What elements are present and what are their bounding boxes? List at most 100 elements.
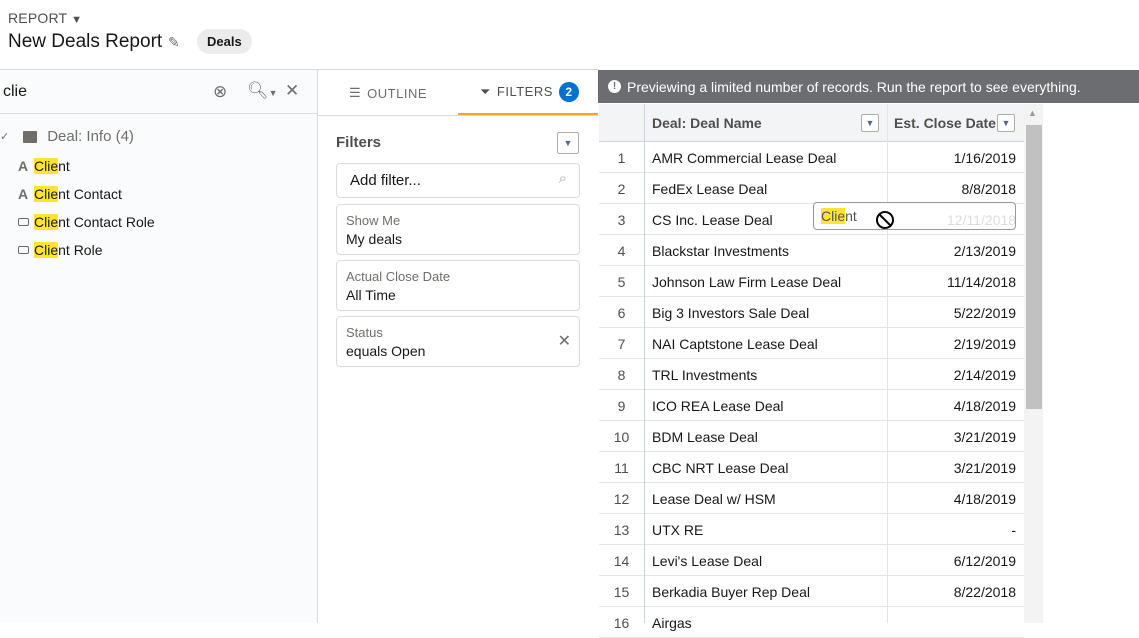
column-header-label: Deal: Deal Name (652, 114, 762, 131)
field-item[interactable]: A Client (18, 158, 70, 174)
filters-menu-button[interactable]: ▼ (557, 132, 579, 154)
preview-banner: ! Previewing a limited number of records.… (598, 70, 1139, 103)
search-icon: ⌕ (558, 170, 567, 187)
deal-name-cell: NAI Captstone Lease Deal (652, 336, 818, 352)
field-search-input[interactable]: clie (3, 83, 27, 101)
table-row: 5 Johnson Law Firm Lease Deal 11/14/2018 (599, 266, 1024, 297)
picklist-icon (18, 246, 29, 254)
deal-name-cell: BDM Lease Deal (652, 429, 758, 445)
field-label: nt Contact Role (58, 214, 155, 230)
deal-name-cell: Big 3 Investors Sale Deal (652, 305, 810, 321)
field-item[interactable]: Client Contact Role (18, 214, 155, 230)
row-number: 5 (617, 274, 626, 290)
close-date-cell: 8/8/2018 (961, 181, 1017, 197)
filters-title: Filters (336, 134, 382, 151)
field-search[interactable]: clie ⊗ 🔍︎▼ ✕ (0, 70, 317, 114)
field-match: Clie (34, 242, 59, 258)
field-label: nt Role (58, 242, 103, 258)
info-icon: ! (608, 80, 621, 93)
table-row: 6 Big 3 Investors Sale Deal 5/22/2019 (599, 297, 1024, 328)
scrollbar-thumb[interactable] (1026, 125, 1042, 409)
deal-name-cell: UTX RE (652, 522, 704, 538)
folder-icon (23, 130, 38, 143)
table-row: 12 Lease Deal w/ HSM 4/18/2019 (599, 483, 1024, 514)
filter-value: equals Open (346, 343, 426, 359)
close-date-cell: 2/19/2019 (953, 336, 1016, 352)
deal-name-cell: Johnson Law Firm Lease Deal (652, 274, 842, 290)
report-type-menu[interactable]: REPORT ▼ (8, 10, 82, 26)
row-number-header (599, 104, 645, 142)
row-number: 1 (617, 150, 626, 166)
list-icon: ☰ (349, 85, 362, 100)
close-date-cell: 11/14/2018 (946, 274, 1016, 290)
row-number: 13 (613, 522, 630, 538)
field-label: nt (58, 158, 70, 174)
row-number: 14 (613, 553, 630, 569)
column-header-close-date[interactable]: Est. Close Date ▼ (887, 104, 1024, 142)
add-filter-input[interactable]: Add filter... ⌕ (336, 163, 580, 198)
table-row: 8 TRL Investments 2/14/2019 (599, 359, 1024, 390)
scroll-up-icon[interactable]: ▲ (1028, 108, 1037, 118)
picklist-icon (18, 218, 29, 226)
row-number: 2 (617, 181, 626, 197)
column-header-label: Est. Close Date (894, 114, 996, 131)
table-row: 2 FedEx Lease Deal 8/8/2018 (599, 173, 1024, 204)
deal-name-cell: Levi's Lease Deal (652, 553, 763, 569)
field-item[interactable]: A Client Contact (18, 186, 122, 202)
filter-label: Status (346, 325, 383, 340)
close-date-cell: 5/22/2019 (953, 305, 1016, 321)
not-allowed-cursor-icon (876, 211, 894, 229)
column-menu-button[interactable]: ▼ (997, 114, 1015, 132)
edit-pencil-icon[interactable]: ✎ (168, 34, 180, 51)
table-row: 7 NAI Captstone Lease Deal 2/19/2019 (599, 328, 1024, 359)
row-number: 12 (613, 491, 630, 507)
funnel-icon: ⏷ (480, 83, 491, 99)
filter-card[interactable]: Actual Close Date All Time (336, 260, 580, 311)
row-number: 15 (613, 584, 630, 600)
field-match: Clie (34, 158, 59, 174)
text-icon: A (18, 158, 29, 174)
row-number: 4 (617, 243, 626, 259)
tab-filters[interactable]: ⏷ FILTERS 2 (458, 70, 598, 116)
field-match: Clie (34, 214, 59, 230)
tab-outline-label: OUTLINE (367, 85, 427, 101)
table-row: 4 Blackstar Investments 2/13/2019 (599, 235, 1024, 266)
close-date-cell: 2/13/2019 (953, 243, 1016, 259)
row-number: 10 (613, 429, 630, 445)
deal-name-cell: AMR Commercial Lease Deal (652, 150, 837, 166)
drag-ghost-field: Client (813, 202, 1016, 230)
field-match: Clie (34, 186, 59, 202)
filter-value: My deals (346, 231, 403, 247)
row-number: 3 (617, 212, 626, 228)
check-icon: ✓ (0, 131, 10, 143)
search-options-icon[interactable]: 🔍︎▼ (247, 81, 278, 101)
remove-filter-icon[interactable]: ✕ (558, 331, 571, 351)
drag-ghost-match: Clie (821, 208, 846, 224)
table-row: 10 BDM Lease Deal 3/21/2019 (599, 421, 1024, 452)
table-row: 11 CBC NRT Lease Deal 3/21/2019 (599, 452, 1024, 483)
column-header-deal-name[interactable]: Deal: Deal Name ▼ (645, 104, 887, 142)
filter-label: Actual Close Date (346, 269, 451, 284)
table-row: 14 Levi's Lease Deal 6/12/2019 (599, 545, 1024, 576)
close-date-cell: 3/21/2019 (953, 460, 1016, 476)
field-group[interactable]: ✓ Deal: Info (4) (0, 128, 134, 145)
row-number: 7 (617, 336, 626, 352)
field-item[interactable]: Client Role (18, 242, 102, 258)
deal-name-cell: ICO REA Lease Deal (652, 398, 784, 414)
deal-name-cell: Airgas (652, 615, 692, 631)
tab-outline[interactable]: ☰ OUTLINE (349, 70, 427, 116)
close-date-cell: 4/18/2019 (953, 491, 1016, 507)
clear-icon[interactable]: ⊗ (213, 82, 227, 102)
close-icon[interactable]: ✕ (285, 81, 299, 101)
field-label: nt Contact (58, 186, 122, 202)
filter-label: Show Me (346, 213, 401, 228)
report-type-badge: Deals (197, 29, 252, 54)
filter-card[interactable]: Status equals Open ✕ (336, 316, 580, 367)
deal-name-cell: Berkadia Buyer Rep Deal (652, 584, 810, 600)
close-date-cell: 2/14/2019 (953, 367, 1016, 383)
table-row: 15 Berkadia Buyer Rep Deal 8/22/2018 (599, 576, 1024, 607)
deal-name-cell: CS Inc. Lease Deal (652, 212, 773, 228)
table-row: 13 UTX RE - (599, 514, 1024, 545)
filter-card[interactable]: Show Me My deals (336, 204, 580, 255)
column-menu-button[interactable]: ▼ (861, 114, 879, 132)
